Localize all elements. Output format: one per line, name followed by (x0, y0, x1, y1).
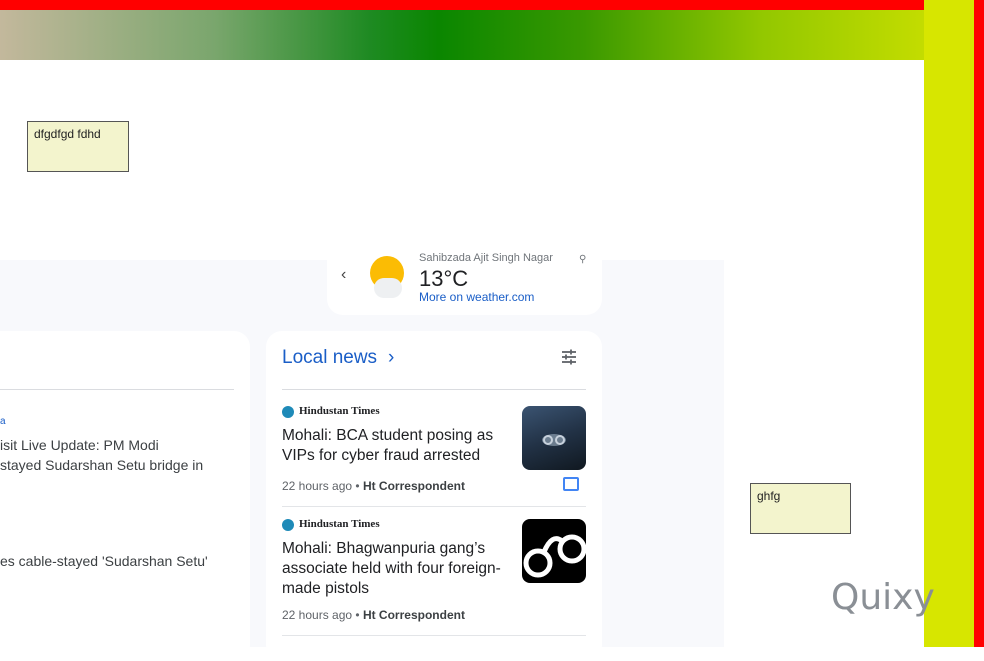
news-headline-link[interactable]: Mohali: Bhagwanpuria gang’s associate he… (282, 539, 514, 599)
weather-more-link[interactable]: More on weather.com (419, 290, 534, 304)
weather-temperature: 13°C (419, 266, 469, 291)
sticky-note[interactable]: ghfg (750, 483, 851, 534)
news-source-name: Hindustan Times (299, 405, 380, 417)
item-divider (282, 506, 586, 507)
top-gradient-banner (0, 10, 974, 60)
chevron-right-icon[interactable]: › (388, 347, 394, 369)
news-time: 22 hours ago (282, 479, 353, 493)
news-headline-link[interactable]: es cable-stayed 'Sudarshan Setu' (0, 551, 208, 571)
frame-top-bar (0, 0, 984, 10)
source-logo-icon (282, 406, 294, 418)
item-divider (282, 635, 586, 636)
source-logo-icon (282, 519, 294, 531)
weather-location: Sahibzada Ajit Singh Nagar (419, 252, 553, 264)
news-source-name: Hindustan Times (299, 518, 380, 530)
news-meta: 22 hours ago • Ht Correspondent (282, 608, 465, 622)
local-news-title[interactable]: Local news (282, 347, 377, 369)
top-stories-card (0, 331, 250, 661)
news-source-label: a (0, 416, 6, 427)
frame-right-red-edge (974, 0, 984, 647)
full-coverage-icon[interactable] (563, 477, 579, 491)
handcuffs-icon (523, 534, 586, 578)
card-divider (0, 389, 234, 390)
news-thumbnail[interactable] (522, 406, 586, 470)
news-headline-link[interactable]: isit Live Update: PM Modi stayed Sudarsh… (0, 435, 203, 475)
news-time: 22 hours ago (282, 608, 353, 622)
news-thumbnail[interactable] (522, 519, 586, 583)
news-author: Ht Correspondent (362, 608, 465, 622)
tune-settings-icon[interactable] (560, 348, 578, 372)
card-divider (282, 389, 586, 390)
chevron-left-icon[interactable]: ‹ (341, 266, 346, 284)
quixy-watermark: Quixy (831, 577, 935, 618)
news-headline-link[interactable]: Mohali: BCA student posing as VIPs for c… (282, 426, 514, 466)
news-author: Ht Correspondent (362, 479, 465, 493)
location-pin-icon[interactable]: ⚲ (579, 254, 586, 265)
content-area (0, 60, 924, 260)
news-meta: 22 hours ago • Ht Correspondent (282, 479, 465, 493)
cloud-icon (374, 278, 402, 298)
sticky-note[interactable]: dfgdfgd fdhd (27, 121, 129, 172)
frame-right-bar (924, 0, 974, 647)
